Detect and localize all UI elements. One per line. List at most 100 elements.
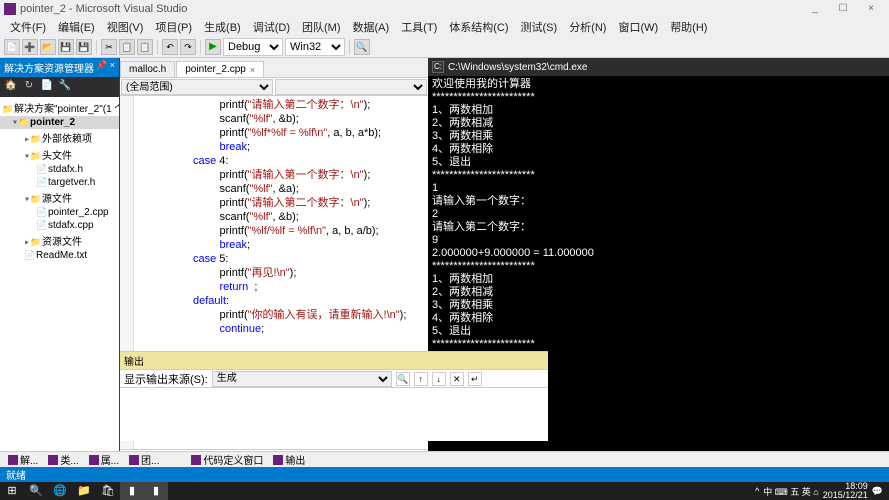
menu-edit[interactable]: 编辑(E) [52, 17, 101, 37]
bottom-tabs: 解... 类... 属... 团... 代码定义窗口 输出 [0, 451, 889, 467]
output-body[interactable] [120, 388, 548, 441]
solution-root[interactable]: 📁解决方案"pointer_2"(1 个项目) [0, 99, 119, 116]
folder-external[interactable]: ▸📁外部依赖项 [0, 129, 119, 146]
output-find-button[interactable]: 🔍 [396, 372, 410, 386]
window-titlebar: pointer_2 - Microsoft Visual Studio _ ☐ … [0, 0, 889, 18]
file-readme[interactable]: 📄ReadMe.txt [0, 249, 119, 262]
status-text: 就绪 [6, 467, 26, 482]
output-wrap-button[interactable]: ↵ [468, 372, 482, 386]
output-source-label: 显示输出来源(S): [124, 371, 208, 387]
editor-tabbar: malloc.h pointer_2.cpp× [120, 58, 428, 78]
solution-toolbar: 🏠 ↻ 📄 🔧 [0, 77, 119, 97]
windows-taskbar: ⊞ 🔍 🌐 📁 🛍 ▮ ▮ ^ 中 ⌨ 五 英 ⌂ 18:09 2015/12/… [0, 482, 889, 500]
member-select[interactable] [275, 79, 427, 95]
undo-button[interactable]: ↶ [162, 39, 178, 55]
menu-build[interactable]: 生成(B) [198, 17, 247, 37]
start-debug-button[interactable]: ▶ [205, 39, 221, 55]
close-button[interactable]: × [857, 0, 885, 18]
menu-project[interactable]: 项目(P) [149, 17, 198, 37]
pin-icon[interactable]: 📌 × [96, 60, 115, 75]
solution-explorer-panel: 解决方案资源管理器 📌 × 🏠 ↻ 📄 🔧 📁解决方案"pointer_2"(1… [0, 58, 120, 463]
output-tab[interactable]: 输出 [120, 352, 548, 370]
class-icon [48, 455, 58, 465]
menu-view[interactable]: 视图(V) [101, 17, 150, 37]
solution-explorer-header: 解决方案资源管理器 📌 × [0, 58, 119, 77]
menu-help[interactable]: 帮助(H) [664, 17, 713, 37]
notification-icon[interactable]: 💬 [872, 486, 883, 497]
output-icon [273, 455, 283, 465]
find-button[interactable]: 🔍 [354, 39, 370, 55]
ime-indicator[interactable]: 中 ⌨ 五 英 ⌂ [763, 485, 818, 498]
scope-select[interactable]: (全局范围) [121, 79, 273, 95]
window-title: pointer_2 - Microsoft Visual Studio [20, 3, 801, 15]
team-icon [129, 455, 139, 465]
folder-sources[interactable]: ▾📁源文件 [0, 189, 119, 206]
task-explorer[interactable]: 📁 [72, 482, 96, 500]
task-ie[interactable]: 🌐 [48, 482, 72, 500]
output-source-select[interactable]: 生成 [212, 371, 392, 387]
tab-pointer2-cpp[interactable]: pointer_2.cpp× [176, 61, 264, 77]
copy-button[interactable]: 📋 [119, 39, 135, 55]
tab-malloc-h[interactable]: malloc.h [120, 61, 175, 77]
menu-architecture[interactable]: 体系结构(C) [443, 17, 514, 37]
output-clear-button[interactable]: ✕ [450, 372, 464, 386]
separator [157, 40, 158, 54]
cut-button[interactable]: ✂ [101, 39, 117, 55]
home-icon[interactable]: 🏠 [4, 80, 18, 94]
platform-select[interactable]: Win32 [285, 38, 345, 56]
menu-file[interactable]: 文件(F) [4, 17, 52, 37]
folder-headers[interactable]: ▾📁头文件 [0, 146, 119, 163]
file-targetver-h[interactable]: 📄targetver.h [0, 176, 119, 189]
tab-solution[interactable]: 解... [4, 451, 42, 468]
project-node[interactable]: ▾📁pointer_2 [0, 116, 119, 129]
new-project-button[interactable]: 📄 [4, 39, 20, 55]
console-titlebar[interactable]: C: C:\Windows\system32\cmd.exe [428, 58, 889, 76]
minimize-button[interactable]: _ [801, 0, 829, 18]
start-button[interactable]: ⊞ [0, 482, 24, 500]
maximize-button[interactable]: ☐ [829, 0, 857, 18]
tab-class[interactable]: 类... [44, 451, 82, 468]
config-select[interactable]: Debug [223, 38, 283, 56]
output-prev-button[interactable]: ↑ [414, 372, 428, 386]
menu-test[interactable]: 测试(S) [515, 17, 564, 37]
menu-window[interactable]: 窗口(W) [612, 17, 664, 37]
show-all-icon[interactable]: 📄 [40, 80, 54, 94]
solution-tree: 📁解决方案"pointer_2"(1 个项目) ▾📁pointer_2 ▸📁外部… [0, 97, 119, 463]
output-next-button[interactable]: ↓ [432, 372, 446, 386]
menubar: 文件(F) 编辑(E) 视图(V) 项目(P) 生成(B) 调试(D) 团队(M… [0, 18, 889, 36]
separator [96, 40, 97, 54]
vs-logo-icon [4, 3, 16, 15]
properties-icon[interactable]: 🔧 [58, 80, 72, 94]
menu-data[interactable]: 数据(A) [347, 17, 396, 37]
save-all-button[interactable]: 💾 [76, 39, 92, 55]
save-button[interactable]: 💾 [58, 39, 74, 55]
menu-tools[interactable]: 工具(T) [395, 17, 443, 37]
main-toolbar: 📄 ➕ 📂 💾 💾 ✂ 📋 📋 ↶ ↷ ▶ Debug Win32 🔍 [0, 36, 889, 58]
tab-team[interactable]: 团... [125, 451, 163, 468]
close-tab-icon[interactable]: × [250, 65, 255, 75]
menu-debug[interactable]: 调试(D) [247, 17, 296, 37]
tray-up-icon[interactable]: ^ [755, 486, 759, 496]
task-vs[interactable]: ▮ [120, 482, 144, 500]
clock[interactable]: 18:09 2015/12/21 [823, 482, 868, 500]
menu-analyze[interactable]: 分析(N) [563, 17, 612, 37]
tab-codedef[interactable]: 代码定义窗口 [187, 451, 267, 468]
paste-button[interactable]: 📋 [137, 39, 153, 55]
tab-output[interactable]: 输出 [269, 451, 309, 468]
task-cmd[interactable]: ▮ [144, 482, 168, 500]
file-stdafx-cpp[interactable]: 📄stdafx.cpp [0, 219, 119, 232]
task-store[interactable]: 🛍 [96, 482, 120, 500]
menu-team[interactable]: 团队(M) [296, 17, 347, 37]
separator [200, 40, 201, 54]
folder-resources[interactable]: ▸📁资源文件 [0, 232, 119, 249]
refresh-icon[interactable]: ↻ [22, 80, 36, 94]
redo-button[interactable]: ↷ [180, 39, 196, 55]
add-item-button[interactable]: ➕ [22, 39, 38, 55]
output-toolbar: 显示输出来源(S): 生成 🔍 ↑ ↓ ✕ ↵ [120, 370, 548, 388]
tab-properties[interactable]: 属... [85, 451, 123, 468]
file-stdafx-h[interactable]: 📄stdafx.h [0, 163, 119, 176]
search-button[interactable]: 🔍 [24, 482, 48, 500]
console-title: C:\Windows\system32\cmd.exe [448, 62, 588, 73]
open-button[interactable]: 📂 [40, 39, 56, 55]
file-pointer2-cpp[interactable]: 📄pointer_2.cpp [0, 206, 119, 219]
